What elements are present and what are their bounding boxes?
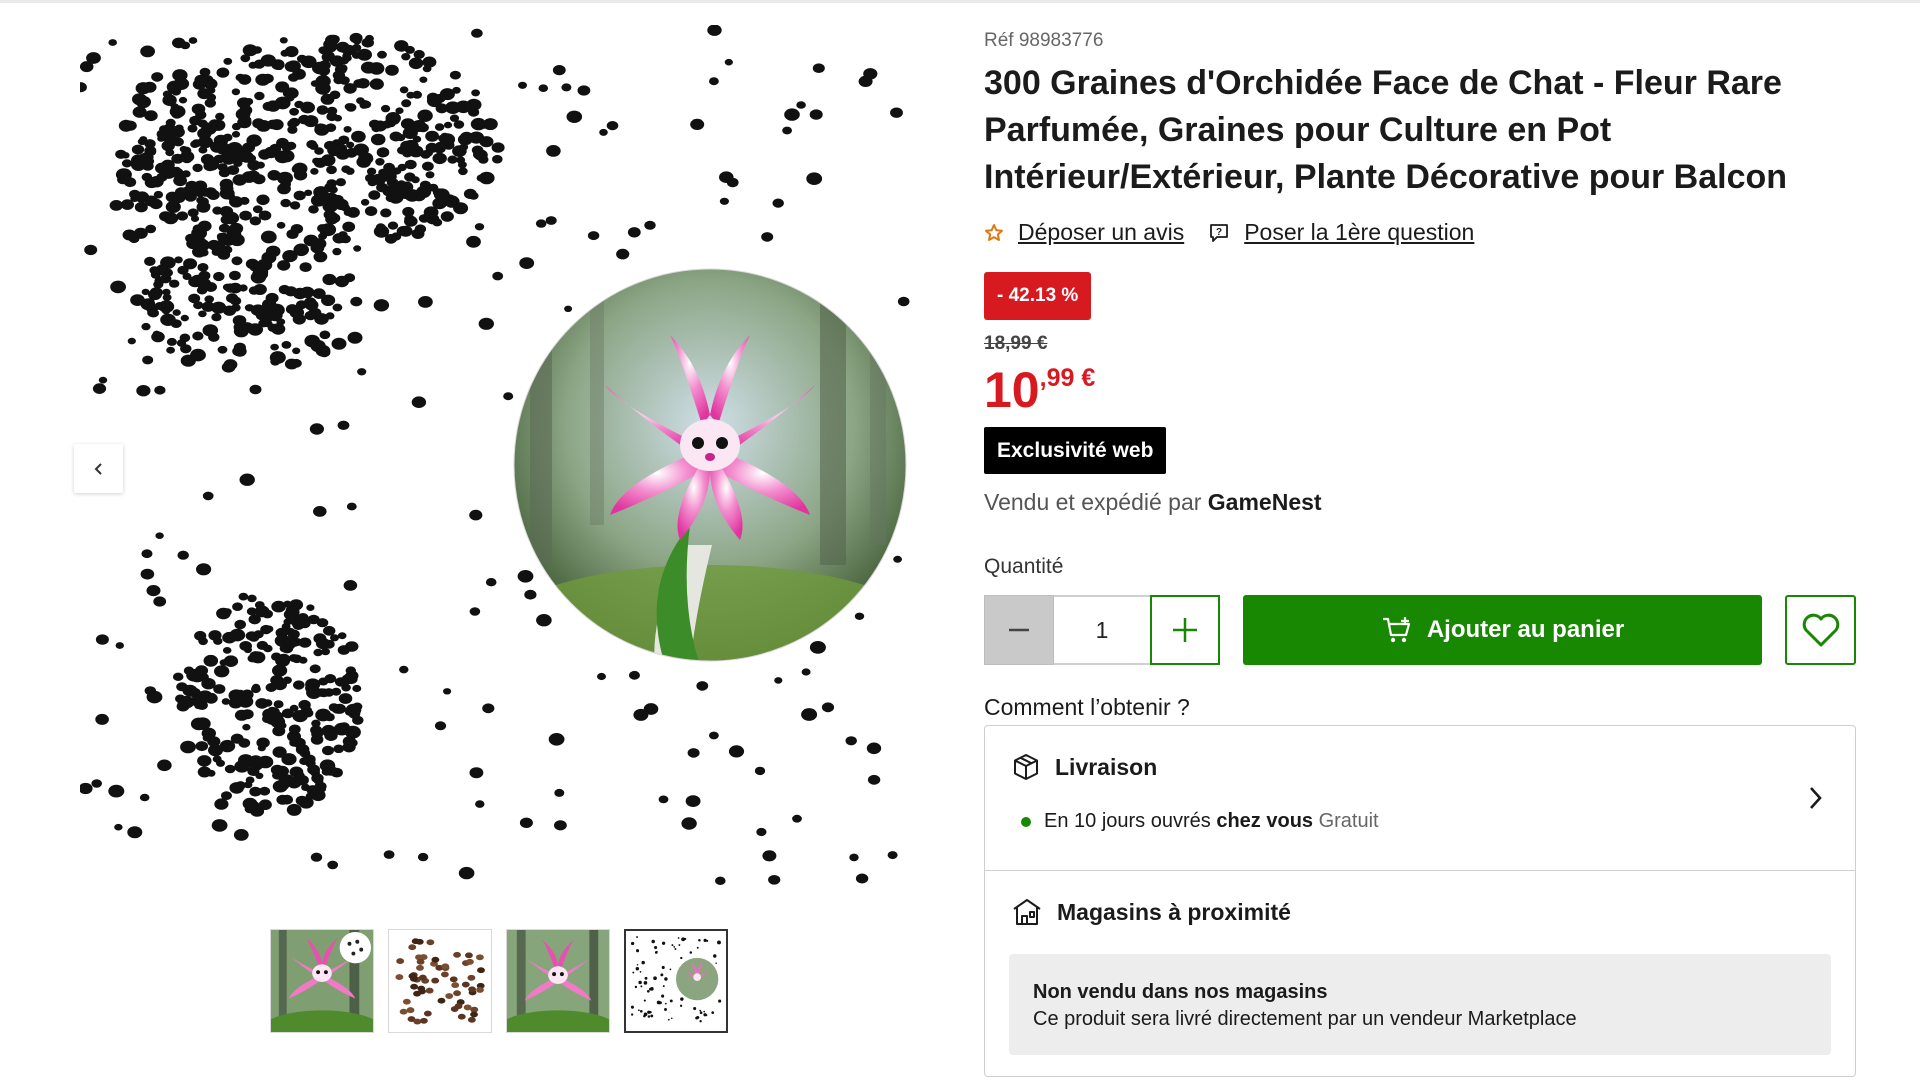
chevron-right-icon: [1810, 787, 1822, 809]
current-price: 10 ,99 €: [984, 362, 1095, 418]
add-to-cart-label: Ajouter au panier: [1426, 616, 1625, 643]
stores-title: Magasins à proximité: [1057, 898, 1291, 925]
product-info: Réf 98983776 300 Graines d'Orchidée Face…: [984, 30, 1856, 246]
star-icon: [985, 223, 1003, 241]
question-bubble-icon: ?: [1210, 223, 1229, 242]
delivery-delay: En 10 jours ouvrés: [1044, 810, 1211, 832]
chevron-left-icon: [94, 462, 102, 475]
delivery-title: Livraison: [1055, 753, 1158, 780]
how-to-get-heading: Comment l’obtenir ?: [984, 694, 1190, 720]
thumbnail-orchid-2[interactable]: [506, 929, 610, 1033]
minus-icon: [1009, 628, 1029, 632]
write-review-link[interactable]: Déposer un avis: [984, 219, 1184, 246]
store-icon: [1013, 899, 1041, 925]
delivery-details: En 10 jours ouvrés chez vous Gratuit: [1021, 810, 1379, 833]
plus-icon: [1173, 618, 1197, 642]
quantity-stepper: [984, 595, 1220, 665]
wishlist-button[interactable]: [1785, 595, 1856, 665]
svg-text:?: ?: [1216, 227, 1222, 238]
delivery-cost: Gratuit: [1318, 810, 1379, 832]
top-divider: [0, 0, 1920, 3]
ask-question-label: Poser la 1ère question: [1244, 219, 1475, 245]
stores-note-text: Ce produit sera livré directement par un…: [1033, 1008, 1577, 1030]
product-reference: Réf 98983776: [984, 30, 1104, 51]
product-actions-links: Déposer un avis ? Poser la 1ère question: [984, 219, 1856, 246]
thumbnail-orchid-1[interactable]: [270, 929, 374, 1033]
heart-icon: [1802, 613, 1839, 647]
stores-unavailable-notice: Non vendu dans nos magasins Ce produit s…: [1009, 954, 1831, 1055]
delivery-destination: chez vous: [1216, 810, 1314, 832]
quantity-input[interactable]: [1054, 595, 1150, 665]
web-exclusive-badge: Exclusivité web: [984, 427, 1167, 474]
product-main-image[interactable]: [80, 25, 920, 920]
stores-note-title: Non vendu dans nos magasins: [1033, 981, 1328, 1003]
price-integer: 10: [984, 362, 1040, 418]
product-title: 300 Graines d'Orchidée Face de Chat - Fl…: [984, 64, 1788, 196]
thumbnail-seeds[interactable]: [388, 929, 492, 1033]
thumbnail-strip: [270, 929, 728, 1033]
package-icon: [1014, 754, 1038, 780]
seller-name: GameNest: [1207, 489, 1322, 515]
discount-badge: - 42.13 %: [984, 272, 1092, 320]
thumbnail-seeds-inset-active[interactable]: [624, 929, 728, 1033]
increase-quantity-button[interactable]: [1150, 595, 1220, 665]
stores-heading: Magasins à proximité: [1011, 897, 1291, 927]
orchid-inset-photo: [514, 269, 906, 661]
cart-icon: [1382, 617, 1410, 643]
available-dot-icon: [1021, 816, 1031, 827]
seller-prefix: Vendu et expédié par: [984, 489, 1202, 515]
add-to-cart-button[interactable]: Ajouter au panier: [1243, 595, 1762, 665]
delivery-heading: Livraison: [1011, 752, 1157, 782]
decrease-quantity-button[interactable]: [984, 595, 1054, 665]
delivery-option[interactable]: Livraison En 10 jours ouvrés chez vous G…: [985, 726, 1855, 871]
availability-box: Livraison En 10 jours ouvrés chez vous G…: [984, 725, 1856, 1077]
old-price: 18,99 €: [984, 333, 1048, 354]
ask-question-link[interactable]: ? Poser la 1ère question: [1208, 219, 1474, 246]
write-review-label: Déposer un avis: [1018, 219, 1185, 245]
quantity-label: Quantité: [984, 555, 1064, 578]
previous-image-button[interactable]: [74, 444, 123, 493]
price-decimals: ,99 €: [1039, 364, 1096, 392]
seller-info: Vendu et expédié par GameNest: [984, 489, 1322, 516]
